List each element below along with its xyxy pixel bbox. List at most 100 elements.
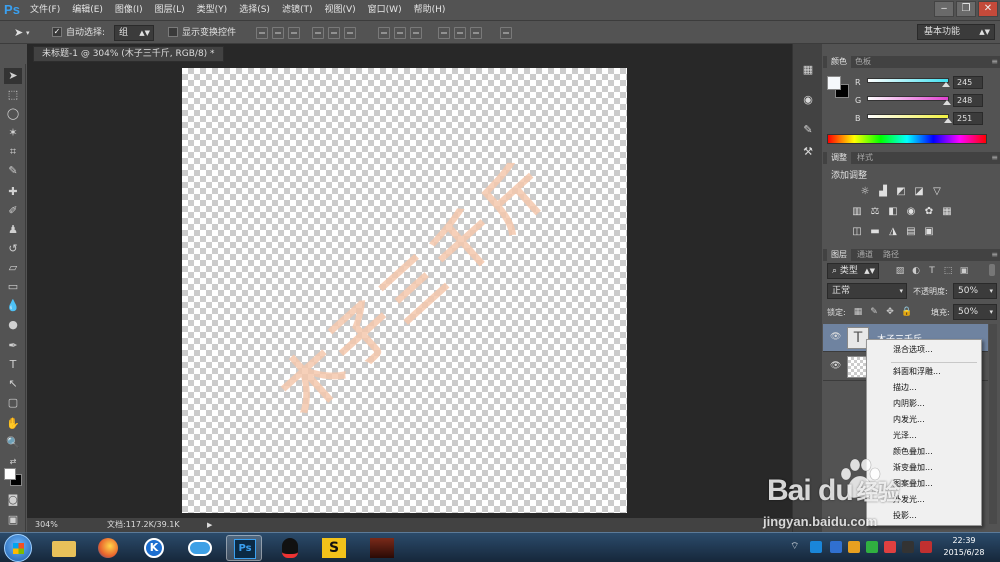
menu-window[interactable]: 窗口(W)	[362, 0, 408, 20]
zoom-level[interactable]: 304%	[35, 518, 58, 532]
pen-tool-icon[interactable]: ✒	[4, 338, 22, 354]
fill-field[interactable]: 50% ▾	[953, 304, 997, 320]
align-vcenter-icon[interactable]	[272, 27, 284, 39]
healing-brush-tool-icon[interactable]: ✚	[4, 184, 22, 200]
g-slider-thumb[interactable]	[942, 100, 951, 105]
wifi-icon[interactable]: ⌔	[790, 541, 802, 553]
channel-mixer-icon[interactable]: ✿	[923, 206, 935, 217]
zoom-tool-icon[interactable]: 🔍	[4, 435, 22, 451]
tab-paths[interactable]: 路径	[879, 249, 903, 261]
align-left-icon[interactable]	[312, 27, 324, 39]
menu-layer[interactable]: 图层(L)	[149, 0, 191, 20]
tab-layers[interactable]: 图层	[827, 249, 851, 261]
menu-help[interactable]: 帮助(H)	[408, 0, 452, 20]
menu-file[interactable]: 文件(F)	[24, 0, 66, 20]
gradient-tool-icon[interactable]: ▭	[4, 279, 22, 295]
align-hcenter-icon[interactable]	[328, 27, 340, 39]
type-tool-icon[interactable]: T	[4, 357, 22, 373]
menu-image[interactable]: 图像(I)	[109, 0, 149, 20]
brush-tool-icon[interactable]: ✐	[4, 203, 22, 219]
cloud-app-icon[interactable]	[182, 535, 218, 561]
tool-preset-dropdown-icon[interactable]: ▾	[26, 25, 30, 41]
screen-mode-icon[interactable]: ▣	[4, 512, 22, 528]
kuaibo-icon[interactable]: K	[136, 535, 172, 561]
path-selection-tool-icon[interactable]: ↖	[4, 376, 22, 392]
curves-icon[interactable]: ◩	[895, 186, 907, 197]
document-tab[interactable]: 未标题-1 @ 304% (木子三千斤, RGB/8) *	[33, 46, 224, 62]
qq-icon[interactable]	[272, 535, 308, 561]
lock-pixels-icon[interactable]: ✎	[869, 307, 879, 317]
workspace-select[interactable]: 基本功能 ▲▼	[917, 24, 995, 40]
distribute-left-icon[interactable]	[438, 27, 450, 39]
color-lookup-icon[interactable]: ▦	[941, 206, 953, 217]
r-slider[interactable]	[867, 78, 949, 83]
tab-swatches[interactable]: 色板	[851, 56, 875, 68]
filter-smart-object-icon[interactable]: ▣	[959, 266, 969, 276]
tray-app-icon[interactable]	[884, 541, 896, 553]
filter-toggle[interactable]	[989, 264, 995, 276]
menu-type[interactable]: 类型(Y)	[191, 0, 234, 20]
restore-button[interactable]: ❐	[956, 1, 976, 17]
tab-color[interactable]: 颜色	[827, 56, 851, 68]
invert-icon[interactable]: ◫	[851, 226, 863, 237]
vibrance-icon[interactable]: ▽	[931, 186, 943, 197]
panel-menu-icon[interactable]: ≡	[991, 249, 998, 261]
color-balance-icon[interactable]: ⚖	[869, 206, 881, 217]
stamp-tool-icon[interactable]: ♟	[4, 222, 22, 238]
brush-presets-icon[interactable]: ⚒	[799, 144, 817, 160]
layers-scrollbar[interactable]	[989, 324, 997, 524]
selective-color-icon[interactable]: ▣	[923, 226, 935, 237]
align-right-icon[interactable]	[344, 27, 356, 39]
tab-channels[interactable]: 通道	[853, 249, 877, 261]
color-spectrum-bar[interactable]	[827, 134, 987, 144]
tray-app-icon[interactable]	[866, 541, 878, 553]
posterize-icon[interactable]: ▬	[869, 226, 881, 237]
distribute-vcenter-icon[interactable]	[394, 27, 406, 39]
file-explorer-icon[interactable]	[46, 535, 82, 561]
threshold-icon[interactable]: ◮	[887, 226, 899, 237]
brush-panel-icon[interactable]: ✎	[799, 122, 817, 138]
distribute-right-icon[interactable]	[470, 27, 482, 39]
levels-icon[interactable]: ▟	[877, 186, 889, 197]
auto-select-checkbox[interactable]: ✓	[52, 27, 62, 37]
move-tool-icon[interactable]: ➤	[14, 25, 23, 41]
eyedropper-tool-icon[interactable]: ✎	[4, 163, 22, 179]
b-slider-thumb[interactable]	[943, 118, 952, 123]
tray-app-icon[interactable]	[810, 541, 822, 553]
filter-type-icon[interactable]: T	[927, 266, 937, 276]
game-app-icon[interactable]	[364, 535, 400, 561]
menu-satin[interactable]: 光泽...	[867, 428, 981, 444]
panel-menu-icon[interactable]: ≡	[991, 56, 998, 68]
eraser-tool-icon[interactable]: ▱	[4, 260, 22, 276]
lock-position-icon[interactable]: ✥	[885, 307, 895, 317]
menu-filter[interactable]: 滤镜(T)	[276, 0, 319, 20]
align-bottom-icon[interactable]	[288, 27, 300, 39]
minimize-button[interactable]: ‒	[934, 1, 954, 17]
move-tool-icon[interactable]: ➤	[4, 68, 22, 84]
r-slider-thumb[interactable]	[941, 82, 950, 87]
photoshop-taskbar-icon[interactable]: Ps	[226, 535, 262, 561]
tray-app-icon[interactable]	[920, 541, 932, 553]
dodge-tool-icon[interactable]: ●	[4, 317, 22, 333]
menu-inner-shadow[interactable]: 内阴影...	[867, 396, 981, 412]
snagit-icon[interactable]: S	[316, 535, 352, 561]
exposure-icon[interactable]: ◪	[913, 186, 925, 197]
close-button[interactable]: ✕	[978, 1, 998, 17]
eye-icon[interactable]: 👁	[830, 361, 842, 371]
hand-tool-icon[interactable]: ✋	[4, 416, 22, 432]
auto-align-layers-icon[interactable]	[500, 27, 512, 39]
hue-saturation-icon[interactable]: ▥	[851, 206, 863, 217]
lock-all-icon[interactable]: 🔒	[901, 307, 912, 317]
b-value-field[interactable]: 251	[953, 112, 983, 125]
gradient-map-icon[interactable]: ▤	[905, 226, 917, 237]
show-transform-checkbox[interactable]	[168, 27, 178, 37]
fg-color-swatch[interactable]	[827, 76, 841, 90]
align-top-icon[interactable]	[256, 27, 268, 39]
system-clock[interactable]: 22:39 2015/6/28	[940, 535, 988, 559]
tab-styles[interactable]: 样式	[853, 152, 877, 164]
panel-menu-icon[interactable]: ≡	[991, 152, 998, 164]
filter-pixel-icon[interactable]: ▨	[895, 266, 905, 276]
r-value-field[interactable]: 245	[953, 76, 983, 89]
firefox-icon[interactable]	[90, 535, 126, 561]
quick-mask-icon[interactable]: ◙	[4, 492, 22, 508]
